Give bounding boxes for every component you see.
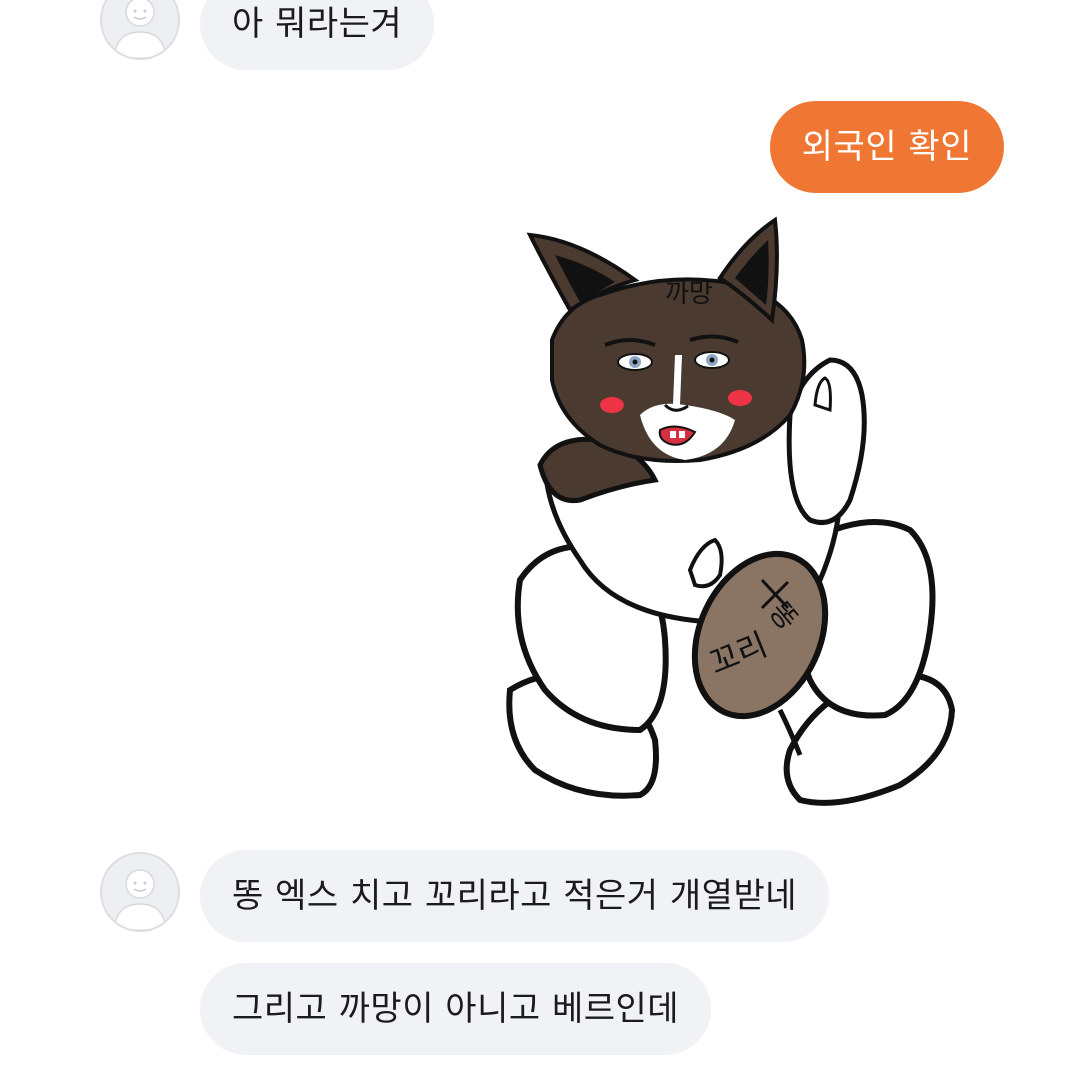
cat-sticker-image: 까망 똥 꼬리 bbox=[506, 216, 956, 806]
message-bubble[interactable]: 아 뭐라는겨 bbox=[200, 0, 435, 70]
default-avatar-icon[interactable] bbox=[100, 852, 180, 932]
chat-view: 아 뭐라는겨 외국인 확인 까망 똥 꼬리 똥 엑스 치고 꼬리라고 적은거 개… bbox=[0, 0, 1080, 1080]
message-bubble[interactable]: 그리고 까망이 아니고 베르인데 bbox=[200, 963, 712, 1055]
default-avatar-icon[interactable] bbox=[100, 0, 180, 60]
message-bubble[interactable]: 똥 엑스 치고 꼬리라고 적은거 개열받네 bbox=[200, 850, 830, 942]
message-bubble-outgoing[interactable]: 외국인 확인 bbox=[769, 101, 1004, 193]
cat-sticker[interactable]: 까망 똥 꼬리 bbox=[490, 210, 970, 810]
sticker-forehead-text: 까망 bbox=[665, 279, 713, 309]
